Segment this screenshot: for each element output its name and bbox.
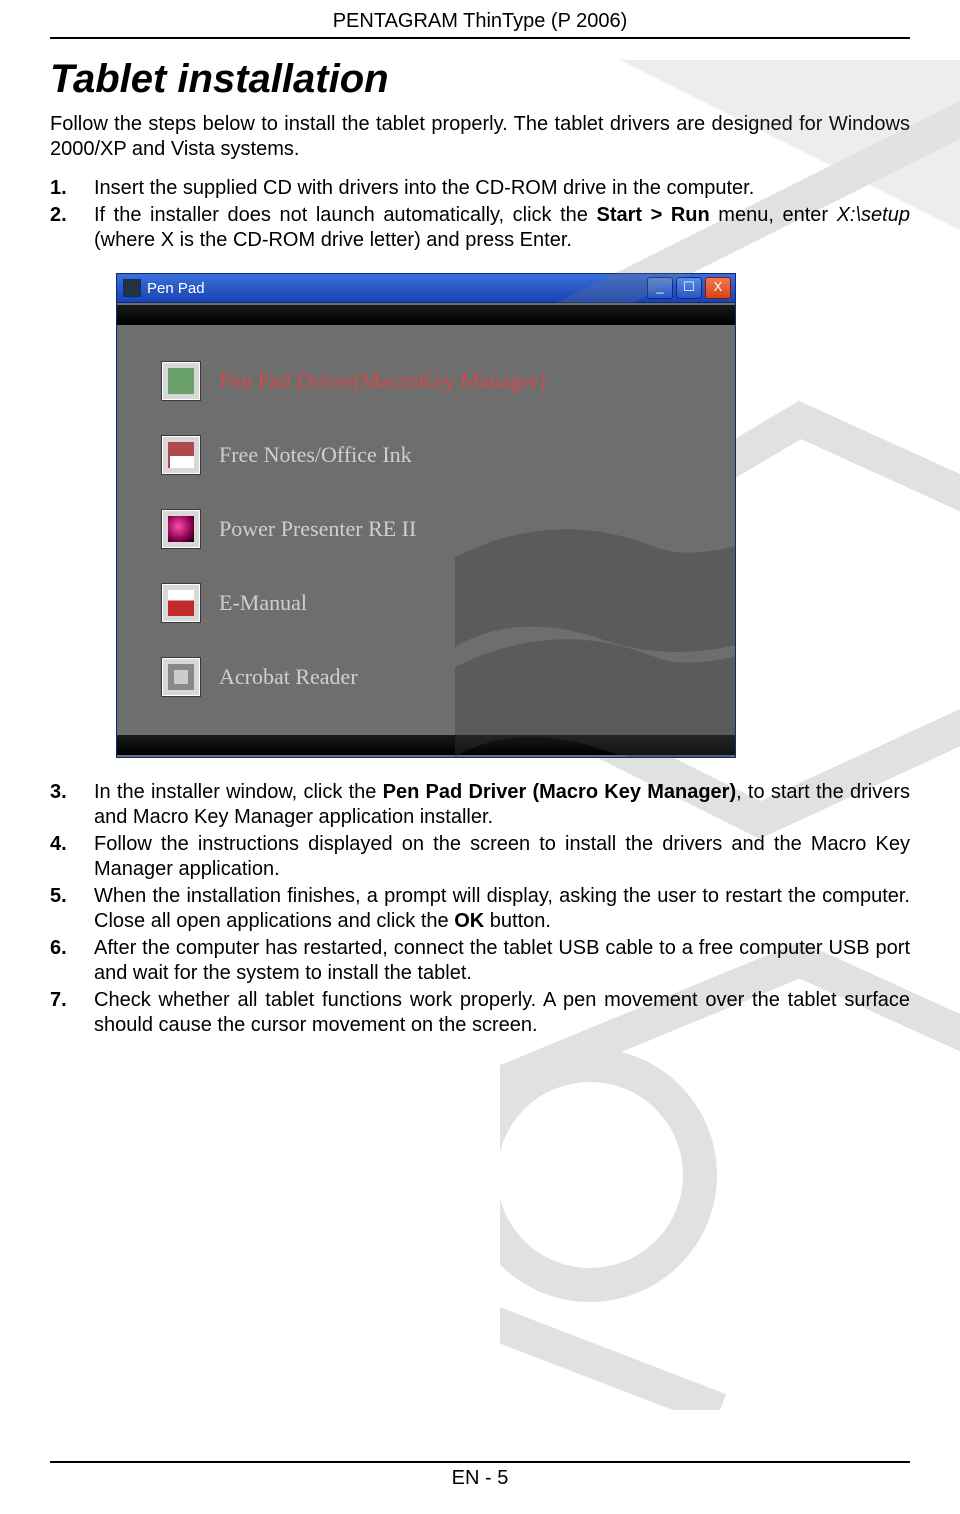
menu-item-presenter[interactable]: Power Presenter RE II (161, 503, 715, 555)
presenter-icon (161, 509, 201, 549)
top-band (117, 305, 735, 325)
installer-screenshot: Pen Pad _ ☐ X Pen P (116, 273, 736, 758)
menu-label: Power Presenter RE II (219, 516, 416, 542)
steps-list-top: Insert the supplied CD with drivers into… (50, 176, 910, 253)
step-5: When the installation finishes, a prompt… (50, 884, 910, 934)
step-text: Follow the instructions displayed on the… (94, 833, 910, 880)
step-4: Follow the instructions displayed on the… (50, 832, 910, 882)
step-text: Check whether all tablet functions work … (94, 989, 910, 1036)
page-number: EN - 5 (50, 1467, 910, 1490)
menu-items: Pen Pad Driver(MacroKey Manager) Free No… (161, 355, 715, 725)
titlebar: Pen Pad _ ☐ X (116, 273, 736, 303)
menu-label: E-Manual (219, 590, 307, 616)
close-button[interactable]: X (705, 277, 731, 299)
bold-start-run: Start > Run (596, 204, 709, 226)
menu-item-acrobat[interactable]: Acrobat Reader (161, 651, 715, 703)
pen-icon (161, 361, 201, 401)
doc-header: PENTAGRAM ThinType (P 2006) (50, 10, 910, 33)
notes-icon (161, 435, 201, 475)
page: PENTAGRAM ThinType (P 2006) Tablet insta… (0, 0, 960, 1514)
intro-paragraph: Follow the steps below to install the ta… (50, 112, 910, 162)
rule-bottom (50, 1461, 910, 1463)
titlebar-app-icon (123, 279, 141, 297)
step-text: Insert the supplied CD with drivers into… (94, 177, 754, 199)
maximize-button[interactable]: ☐ (676, 277, 702, 299)
menu-label: Pen Pad Driver(MacroKey Manager) (219, 368, 546, 394)
minimize-button[interactable]: _ (647, 277, 673, 299)
step-text: After the computer has restarted, connec… (94, 937, 910, 984)
menu-item-emanual[interactable]: E-Manual (161, 577, 715, 629)
step-text: If the installer does not launch automat… (94, 204, 910, 251)
steps-list-bottom: In the installer window, click the Pen P… (50, 780, 910, 1038)
footer: EN - 5 (50, 1461, 910, 1490)
rule-top (50, 37, 910, 39)
menu-label: Acrobat Reader (219, 664, 358, 690)
step-2: If the installer does not launch automat… (50, 203, 910, 253)
bold-driver-name: Pen Pad Driver (Macro Key Manager) (383, 781, 737, 803)
menu-item-driver[interactable]: Pen Pad Driver(MacroKey Manager) (161, 355, 715, 407)
step-7: Check whether all tablet functions work … (50, 988, 910, 1038)
step-1: Insert the supplied CD with drivers into… (50, 176, 910, 201)
step-text: In the installer window, click the Pen P… (94, 781, 910, 828)
pdf-icon (161, 583, 201, 623)
italic-setup-path: X:\setup (837, 204, 910, 226)
titlebar-title: Pen Pad (147, 280, 647, 297)
menu-item-freenotes[interactable]: Free Notes/Office Ink (161, 429, 715, 481)
bold-ok: OK (454, 910, 484, 932)
menu-label: Free Notes/Office Ink (219, 442, 412, 468)
section-title: Tablet installation (50, 57, 910, 102)
installer-body: Pen Pad Driver(MacroKey Manager) Free No… (116, 303, 736, 758)
step-text: When the installation finishes, a prompt… (94, 885, 910, 932)
step-6: After the computer has restarted, connec… (50, 936, 910, 986)
step-3: In the installer window, click the Pen P… (50, 780, 910, 830)
acrobat-icon (161, 657, 201, 697)
